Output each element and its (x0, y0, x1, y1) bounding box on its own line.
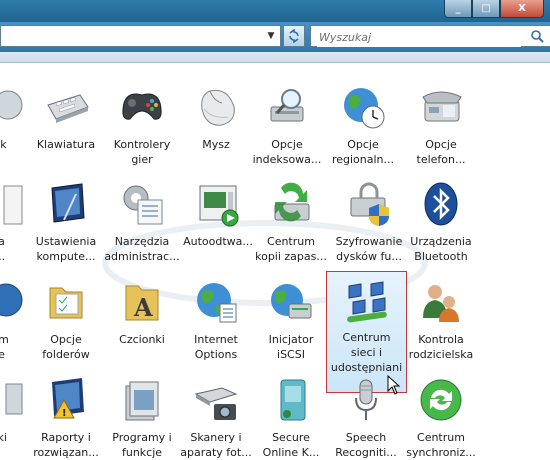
control-panel-item-network-center[interactable]: Centrum sieci i udostępniani a (326, 271, 407, 393)
item-label: Secure Online K... (262, 431, 320, 459)
control-panel-item-game-controllers[interactable]: Kontrolery gier (104, 83, 180, 167)
maximize-button[interactable]: □ (472, 0, 500, 18)
control-panel-item-phone[interactable]: Opcje telefon... (403, 83, 479, 167)
window-controls: _ □ X (444, 0, 544, 18)
internet-options-icon (192, 278, 240, 326)
secure-online-icon (267, 376, 315, 424)
keyboard-icon (42, 83, 90, 131)
bluetooth-icon (417, 180, 465, 228)
minimize-icon: _ (455, 3, 461, 14)
bitlocker-icon (345, 180, 393, 228)
control-panel-item-region[interactable]: Opcje regionaln... (325, 83, 401, 167)
search-box[interactable] (310, 25, 550, 47)
item-label: Opcje telefon... (416, 138, 466, 166)
item-label: Opcje regionaln... (331, 138, 395, 166)
phone-icon (417, 83, 465, 131)
chevron-down-icon[interactable]: ▼ (262, 26, 280, 46)
tablet-pc-icon (42, 180, 90, 228)
iscsi-icon (267, 278, 315, 326)
close-icon: X (518, 3, 526, 14)
microphone-icon (342, 376, 390, 424)
control-panel-item-mouse[interactable]: Mysz (178, 83, 254, 152)
item-label: Kontrolery gier (113, 138, 171, 166)
item-label: Opcje folderów (42, 333, 90, 361)
search-input[interactable] (317, 27, 521, 47)
control-panel-content: ęk Klawiatura (0, 63, 550, 460)
mouse-icon (192, 83, 240, 131)
address-bar[interactable]: ▼ (0, 25, 281, 47)
item-label: Inicjator iSCSI (268, 333, 314, 361)
item-label: Szyfrowanie dysków fu... (335, 235, 403, 263)
scanner-camera-icon (192, 376, 240, 424)
admin-tools-icon (118, 180, 166, 228)
parental-controls-icon (417, 278, 465, 326)
autoplay-icon (194, 180, 242, 228)
item-label: Klawiatura (36, 138, 96, 151)
item-label: Opcje indeksowa... (252, 138, 322, 166)
item-label: Speech Recogniti... (335, 431, 397, 459)
control-panel-item-parental-controls[interactable]: Kontrola rodzicielska (403, 278, 479, 362)
control-panel-item-scanners[interactable]: Skanery i aparaty fot... (178, 376, 254, 460)
gamepad-icon (118, 83, 166, 131)
control-panel-item-sync-center[interactable]: Centrum synchroniz... (403, 376, 479, 460)
item-label: Narzędzia administrac... (104, 235, 180, 263)
document-icon (0, 180, 24, 228)
item-label: Czcionki (119, 333, 165, 346)
control-panel-item-folder-options[interactable]: Opcje folderów (28, 278, 104, 362)
control-panel-item-autoplay[interactable]: Autoodtwa... (180, 180, 256, 249)
control-panel-item-internet-options[interactable]: Internet Options (178, 278, 254, 362)
control-panel-item-secure-online[interactable]: Secure Online K... (253, 376, 329, 460)
control-panel-item-bluetooth[interactable]: Urządzenia Bluetooth (403, 180, 479, 264)
item-label: Raporty i rozwiązan... (33, 431, 99, 459)
indexing-icon (263, 83, 311, 131)
item-label: Autoodtwa... (183, 235, 253, 248)
minimize-button[interactable]: _ (444, 0, 472, 18)
item-label: Skanery i aparaty fot... (180, 431, 252, 459)
svg-text:!: ! (62, 408, 67, 419)
control-panel-item-keyboard[interactable]: Klawiatura (28, 83, 104, 152)
title-bar: _ □ X (0, 0, 550, 22)
control-panel-item-reports[interactable]: ! Raporty i rozwiązan... (28, 376, 104, 460)
sync-center-icon (417, 376, 465, 424)
item-label: Mysz (202, 138, 230, 151)
backup-icon (267, 180, 315, 228)
control-panel-item-fonts[interactable]: A Czcionki (104, 278, 180, 347)
device-icon (0, 83, 24, 131)
item-label: Programy i funkcje (112, 431, 172, 459)
fonts-folder-icon: A (118, 278, 166, 326)
item-label: Internet Options (194, 333, 238, 361)
toolbar (0, 52, 550, 63)
item-label: Centrum kopii zapas... (255, 235, 327, 263)
programs-icon (118, 376, 166, 424)
mouse-pointer-icon (387, 375, 401, 395)
control-panel-item-admin-tools[interactable]: Narzędzia administrac... (104, 180, 180, 264)
globe-clock-icon (339, 83, 387, 131)
item-label: Ustawienia kompute... (35, 235, 97, 263)
control-panel-item-tablet-settings[interactable]: Ustawienia kompute... (28, 180, 104, 264)
navigation-bar: ▼ (0, 22, 550, 52)
control-panel-item-bitlocker[interactable]: Szyfrowanie dysków fu... (331, 180, 407, 264)
sync-circle-icon (0, 278, 24, 326)
network-center-icon (343, 276, 391, 324)
window-icon (0, 376, 24, 424)
control-panel-item-iscsi[interactable]: Inicjator iSCSI (253, 278, 329, 362)
folder-options-icon (42, 278, 90, 326)
close-button[interactable]: X (500, 0, 544, 18)
refresh-button[interactable] (283, 25, 305, 47)
control-panel-item-programs[interactable]: Programy i funkcje (104, 376, 180, 460)
refresh-icon (289, 29, 299, 43)
control-panel-item-indexing[interactable]: Opcje indeksowa... (249, 83, 325, 167)
item-label: Centrum synchroniz... (406, 431, 476, 459)
control-panel-item-backup[interactable]: Centrum kopii zapas... (253, 180, 329, 264)
maximize-icon: □ (481, 3, 491, 14)
item-label: Urządzenia Bluetooth (410, 235, 472, 263)
problem-reports-icon: ! (42, 376, 90, 424)
svg-text:A: A (133, 293, 153, 322)
item-label: Kontrola rodzicielska (408, 333, 474, 361)
search-icon[interactable] (530, 29, 544, 43)
